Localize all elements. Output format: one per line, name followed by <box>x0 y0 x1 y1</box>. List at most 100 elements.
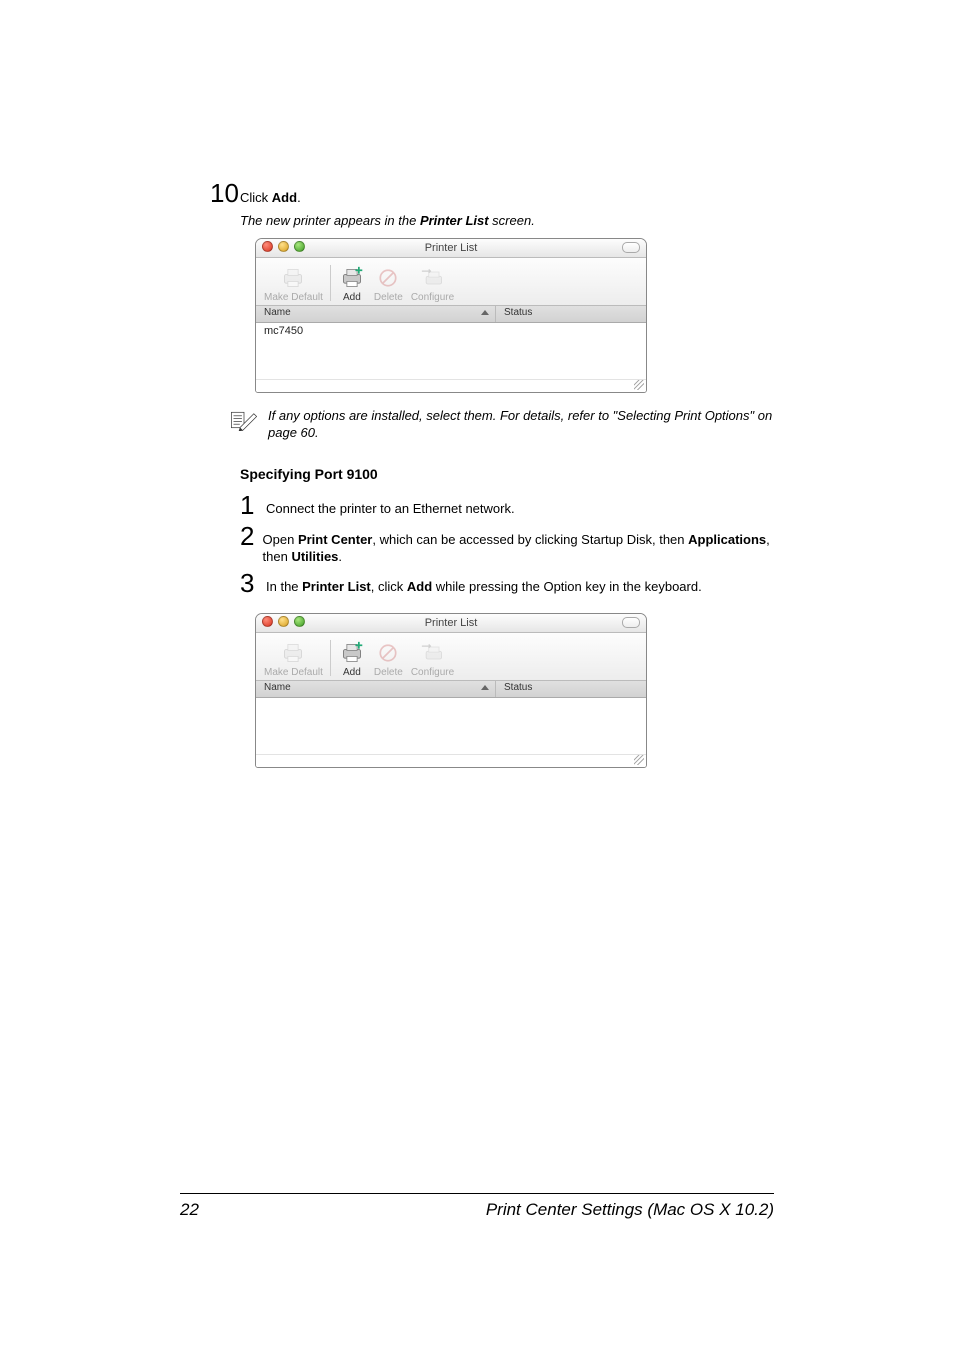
printer-icon <box>279 641 307 665</box>
t: while pressing the Option key in the key… <box>432 579 702 594</box>
titlebar: Printer List <box>256 614 646 633</box>
step-1-number: 1 <box>240 492 266 519</box>
configure-icon <box>419 641 447 665</box>
zoom-icon[interactable] <box>294 616 305 627</box>
t-bold: Print Center <box>298 532 372 547</box>
table-row[interactable]: mc7450 <box>256 323 646 339</box>
col-name-label: Name <box>264 682 291 693</box>
close-icon[interactable] <box>262 616 273 627</box>
printer-add-icon <box>338 266 366 290</box>
printer-list-window-2: Printer List Make Default Add <box>255 613 647 768</box>
step-1: 1 Connect the printer to an Ethernet net… <box>270 492 774 519</box>
resize-handle[interactable] <box>256 754 646 767</box>
delete-label: Delete <box>374 667 403 678</box>
t: , which can be accessed by clicking Star… <box>372 532 688 547</box>
make-default-label: Make Default <box>264 292 323 303</box>
zoom-icon[interactable] <box>294 241 305 252</box>
t: , click <box>371 579 407 594</box>
step-10-sub-bold: Printer List <box>420 213 489 228</box>
toolbar: Make Default Add Delete Configure <box>256 633 646 681</box>
page: 10 Click Add. The new printer appears in… <box>0 0 954 1350</box>
traffic-light-buttons <box>262 241 305 252</box>
step-3-text: In the Printer List, click Add while pre… <box>266 570 702 596</box>
step-10-prefix: Click <box>240 190 272 205</box>
table-header: Name Status <box>256 306 646 323</box>
toolbar-toggle-icon[interactable] <box>622 242 640 253</box>
step-10: 10 Click Add. <box>240 180 774 207</box>
sort-asc-icon <box>481 310 489 315</box>
printer-list-window-1: Printer List Make Default Add <box>255 238 647 393</box>
t-bold: Printer List <box>302 579 371 594</box>
add-button[interactable]: Add <box>334 636 370 680</box>
resize-handle[interactable] <box>256 379 646 392</box>
t: In the <box>266 579 302 594</box>
step-10-bold: Add <box>272 190 297 205</box>
configure-icon <box>419 266 447 290</box>
configure-label: Configure <box>411 667 454 678</box>
t: Open <box>263 532 298 547</box>
step-3: 3 In the Printer List, click Add while p… <box>270 570 774 597</box>
delete-icon <box>374 266 402 290</box>
col-name[interactable]: Name <box>256 306 496 322</box>
add-label: Add <box>343 292 361 303</box>
step-10-subline: The new printer appears in the Printer L… <box>240 213 774 228</box>
section-heading: Specifying Port 9100 <box>240 466 774 482</box>
col-status[interactable]: Status <box>496 681 646 697</box>
col-name-label: Name <box>264 307 291 318</box>
titlebar: Printer List <box>256 239 646 258</box>
make-default-button: Make Default <box>260 261 327 305</box>
traffic-light-buttons <box>262 616 305 627</box>
delete-button: Delete <box>370 261 407 305</box>
table-rows <box>256 698 646 754</box>
step-1-text: Connect the printer to an Ethernet netwo… <box>266 492 515 518</box>
configure-button: Configure <box>407 261 458 305</box>
minimize-icon[interactable] <box>278 241 289 252</box>
step-10-sub-suffix: screen. <box>489 213 535 228</box>
table-header: Name Status <box>256 681 646 698</box>
step-2-text: Open Print Center, which can be accessed… <box>263 523 774 566</box>
delete-label: Delete <box>374 292 403 303</box>
configure-label: Configure <box>411 292 454 303</box>
page-number: 22 <box>180 1200 199 1220</box>
col-name[interactable]: Name <box>256 681 496 697</box>
step-10-text: Click Add. <box>240 189 301 207</box>
footer: 22 Print Center Settings (Mac OS X 10.2) <box>180 1193 774 1220</box>
window-title: Printer List <box>256 617 646 629</box>
footer-rule <box>180 1193 774 1194</box>
col-status-label: Status <box>504 682 532 693</box>
step-10-sub-prefix: The new printer appears in the <box>240 213 420 228</box>
toolbar: Make Default Add Delete Configure <box>256 258 646 306</box>
step-2-number: 2 <box>240 523 263 550</box>
step-10-suffix: . <box>297 190 301 205</box>
steps-block: 1 Connect the printer to an Ethernet net… <box>270 492 774 598</box>
step-2: 2 Open Print Center, which can be access… <box>270 523 774 566</box>
t: . <box>338 549 342 564</box>
col-status-label: Status <box>504 307 532 318</box>
footer-title: Print Center Settings (Mac OS X 10.2) <box>486 1200 774 1220</box>
table-rows: mc7450 <box>256 323 646 379</box>
make-default-label: Make Default <box>264 667 323 678</box>
t-bold: Applications <box>688 532 766 547</box>
add-button[interactable]: Add <box>334 261 370 305</box>
toolbar-separator <box>330 265 331 301</box>
note-icon <box>230 407 258 436</box>
step-3-number: 3 <box>240 570 266 597</box>
toolbar-separator <box>330 640 331 676</box>
step-10-number: 10 <box>210 180 240 206</box>
t-bold: Utilities <box>291 549 338 564</box>
printer-icon <box>279 266 307 290</box>
minimize-icon[interactable] <box>278 616 289 627</box>
col-status[interactable]: Status <box>496 306 646 322</box>
t-bold: Add <box>407 579 432 594</box>
note-text: If any options are installed, select the… <box>268 407 774 442</box>
printer-add-icon <box>338 641 366 665</box>
sort-asc-icon <box>481 685 489 690</box>
toolbar-toggle-icon[interactable] <box>622 617 640 628</box>
footer-line: 22 Print Center Settings (Mac OS X 10.2) <box>180 1200 774 1220</box>
note: If any options are installed, select the… <box>230 407 774 442</box>
delete-button: Delete <box>370 636 407 680</box>
delete-icon <box>374 641 402 665</box>
close-icon[interactable] <box>262 241 273 252</box>
configure-button: Configure <box>407 636 458 680</box>
window-title: Printer List <box>256 242 646 254</box>
